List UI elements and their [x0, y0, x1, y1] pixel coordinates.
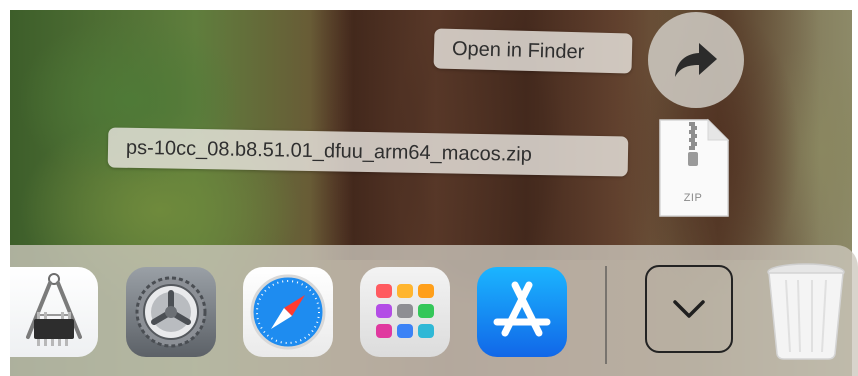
- app-grid-icon: [360, 267, 450, 357]
- dock-trash[interactable]: [764, 262, 848, 362]
- gear-icon: [126, 267, 216, 357]
- dock-app-launchpad[interactable]: [360, 267, 450, 357]
- chevron-down-icon: [669, 297, 709, 321]
- downloads-stack-button[interactable]: [645, 265, 733, 353]
- dock-separator: [605, 266, 607, 364]
- open-in-finder-label[interactable]: Open in Finder: [433, 28, 633, 74]
- zip-type-badge: ZIP: [683, 192, 703, 204]
- zip-file-item[interactable]: ZIP: [656, 118, 730, 218]
- caliper-chip-icon: [10, 267, 98, 357]
- dock-app-app-store[interactable]: [477, 267, 567, 357]
- dock-app-safari[interactable]: [243, 267, 333, 357]
- app-store-icon: [477, 267, 567, 357]
- trash-icon: [764, 262, 848, 362]
- open-in-finder-button[interactable]: [648, 12, 744, 108]
- dock-app-system-settings[interactable]: [126, 267, 216, 357]
- dock-app-caliper-chip[interactable]: [10, 267, 98, 357]
- share-arrow-icon: [673, 40, 719, 80]
- compass-icon: [243, 267, 333, 357]
